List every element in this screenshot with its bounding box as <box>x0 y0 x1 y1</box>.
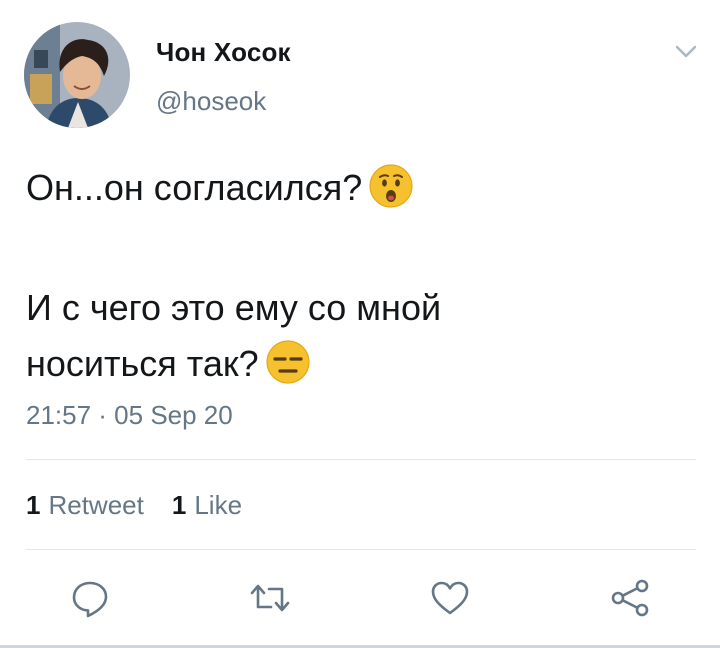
share-icon[interactable] <box>606 572 654 624</box>
more-options-chevron-down-icon[interactable] <box>672 40 700 64</box>
avatar-photo <box>24 22 130 128</box>
tweet-line-1-text: Он...он согласился? <box>26 167 363 208</box>
retweet-icon[interactable] <box>246 572 294 624</box>
retweets-label: Retweet <box>48 490 144 520</box>
author-display-name[interactable]: Чон Хосок <box>156 37 291 68</box>
tweet-text: Он...он согласился? И с чего это ему со … <box>26 160 686 392</box>
likes-label: Like <box>194 490 243 520</box>
likes-count: 1 <box>171 490 187 520</box>
tweet-line-3: носиться так? <box>26 336 686 392</box>
like-icon[interactable] <box>426 572 474 624</box>
expressionless-face-emoji-icon <box>265 339 311 385</box>
likes-stat[interactable]: 1 Like <box>172 490 242 521</box>
tweet-line-2: И с чего это ему со мной <box>26 287 442 328</box>
reply-icon[interactable] <box>66 572 114 624</box>
retweets-stat[interactable]: 1 Retweet <box>26 490 144 521</box>
divider-top <box>26 459 696 460</box>
tweet-line-1: Он...он согласился? <box>26 160 686 216</box>
tweet-line-3-text: носиться так? <box>26 343 259 384</box>
avatar[interactable] <box>24 22 130 128</box>
hushed-face-emoji-icon <box>368 163 414 209</box>
divider-bottom <box>26 549 696 550</box>
tweet-timestamp[interactable]: 21:57 · 05 Sep 20 <box>26 400 233 431</box>
author-handle[interactable]: @hoseok <box>156 86 266 117</box>
retweets-count: 1 <box>26 490 41 520</box>
tweet-stats: 1 Retweet 1 Like <box>26 490 242 521</box>
tweet-actions-bar <box>0 572 720 624</box>
